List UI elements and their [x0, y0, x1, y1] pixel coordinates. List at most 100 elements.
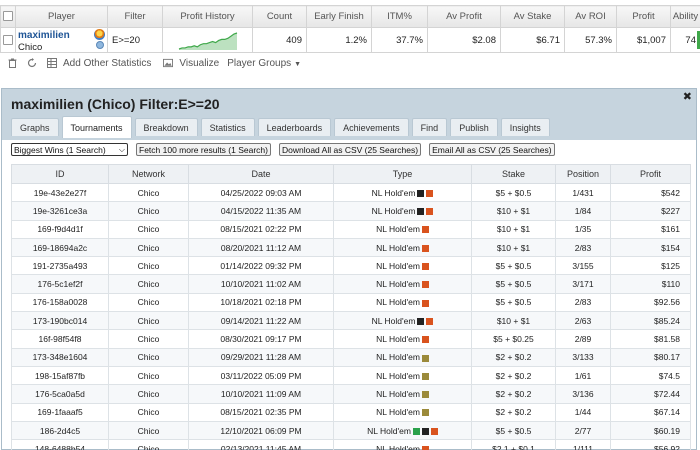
- tab-insights[interactable]: Insights: [500, 118, 550, 136]
- position-cell: 2/83: [555, 237, 611, 258]
- tab-find[interactable]: Find: [411, 118, 448, 136]
- profit-cell: $92.56: [610, 292, 691, 313]
- close-icon[interactable]: ✖: [683, 90, 692, 103]
- late-reg-icon: [421, 244, 429, 252]
- position-cell: 3/136: [555, 384, 611, 404]
- network-cell: Chico: [108, 274, 189, 294]
- table-row[interactable]: 198-15af87fb Chico 03/11/2022 05:09 PM NL H…: [11, 365, 691, 386]
- profit-cell: $85.24: [610, 311, 691, 331]
- col-av-roi[interactable]: Av ROI: [564, 5, 617, 28]
- col-player[interactable]: Player: [15, 5, 108, 28]
- player-status-icon: [96, 41, 104, 49]
- date-cell: 03/11/2022 05:09 PM: [188, 365, 334, 386]
- network-text: Chico: [137, 370, 160, 381]
- stake-cell: $5 + $0.5: [471, 182, 556, 203]
- player-row[interactable]: maximilien Chico E>=20 409 1.2% 37.7% $2…: [0, 27, 700, 53]
- network-text: Chico: [137, 388, 160, 399]
- col-av-stake[interactable]: Av Stake: [500, 5, 565, 28]
- tab-achievements[interactable]: Achievements: [334, 118, 409, 136]
- col-early-finish[interactable]: Early Finish: [306, 5, 372, 28]
- tab-tournaments[interactable]: Tournaments: [61, 116, 132, 138]
- tab-publish[interactable]: Publish: [450, 118, 498, 136]
- network-cell: Chico: [108, 256, 189, 276]
- table-row[interactable]: 169-18694a2c Chico 08/20/2021 11:12 AM NL H…: [11, 237, 691, 258]
- position-cell: 1/84: [555, 201, 611, 221]
- col-itm[interactable]: ITM%: [371, 5, 428, 28]
- player-name-link[interactable]: maximilien: [18, 30, 70, 41]
- date-text: 04/15/2022 11:35 AM: [220, 205, 302, 216]
- date-cell: 10/18/2021 02:18 PM: [188, 292, 334, 313]
- add-other-statistics-link[interactable]: Add Other Statistics: [63, 58, 151, 69]
- player-groups-label: Player Groups: [227, 57, 292, 69]
- player-cell[interactable]: maximilien Chico: [15, 27, 108, 53]
- col-filter[interactable]: Filter: [107, 5, 163, 28]
- player-checkbox[interactable]: [3, 34, 13, 45]
- tab-breakdown[interactable]: Breakdown: [134, 118, 198, 136]
- download-csv-button[interactable]: Download All as CSV (25 Searches): [278, 143, 422, 156]
- network-text: Chico: [137, 260, 160, 271]
- trash-icon[interactable]: [7, 58, 17, 68]
- col-network[interactable]: Network: [108, 164, 189, 184]
- tournament-id-cell: 169-18694a2c: [11, 237, 109, 258]
- table-row[interactable]: 173-348e1604 Chico 09/29/2021 11:28 AM NL H…: [11, 347, 691, 367]
- col-type[interactable]: Type: [333, 164, 472, 184]
- profit-text: $80.17: [654, 352, 680, 363]
- col-count[interactable]: Count: [252, 5, 307, 28]
- network-text: Chico: [137, 334, 160, 345]
- select-all-checkbox[interactable]: [3, 11, 13, 22]
- profit-cell: $542: [610, 182, 691, 203]
- table-row[interactable]: 176-5c1ef2f Chico 10/10/2021 11:02 AM NL Ho…: [11, 274, 691, 294]
- type-cell: NL Hold'em: [333, 402, 472, 422]
- email-csv-button[interactable]: Email All as CSV (25 Searches): [429, 143, 555, 156]
- tab-graphs[interactable]: Graphs: [11, 118, 59, 136]
- table-row[interactable]: 186-2d4c5 Chico 12/10/2021 06:09 PM NL Hold…: [11, 420, 691, 441]
- network-text: Chico: [137, 425, 160, 436]
- table-row[interactable]: 191-2735a493 Chico 01/14/2022 09:32 PM NL H…: [11, 256, 691, 276]
- tournament-id-text: 198-15af87fb: [34, 370, 86, 381]
- stake-cell: $2 + $0.2: [471, 384, 556, 404]
- image-icon[interactable]: [163, 58, 174, 68]
- table-row[interactable]: 176-5ca0a5d Chico 10/10/2021 11:09 AM NL Ho…: [11, 384, 691, 404]
- table-row[interactable]: 148-6488b54 Chico 02/13/2021 11:45 AM NL Ho…: [11, 439, 691, 450]
- table-row[interactable]: 19e-3261ce3a Chico 04/15/2022 11:35 AM NL H…: [11, 201, 691, 221]
- type-text: NL Hold'em: [376, 443, 420, 450]
- player-checkbox-cell[interactable]: [0, 27, 16, 53]
- table-row[interactable]: 169-f9d4d1f Chico 08/15/2021 02:22 PM NL Ho…: [11, 219, 691, 239]
- player-groups-dropdown[interactable]: Player Groups ▼: [227, 58, 301, 69]
- results-actions: Biggest Wins (1 Search) ⌵ Fetch 100 more…: [11, 143, 563, 156]
- profit-cell: $72.44: [610, 384, 691, 404]
- refresh-icon[interactable]: [27, 58, 37, 68]
- type-text: NL Hold'em: [367, 425, 411, 436]
- table-row[interactable]: 176-158a0028 Chico 10/18/2021 02:18 PM NL H…: [11, 292, 691, 313]
- network-text: Chico: [137, 443, 160, 450]
- visualize-link[interactable]: Visualize: [179, 58, 219, 69]
- table-row[interactable]: 169-1faaaf5 Chico 08/15/2021 02:35 PM NL Ho…: [11, 402, 691, 422]
- col-position[interactable]: Position: [555, 164, 611, 184]
- profit-history-sparkline[interactable]: [178, 32, 238, 50]
- sort-select[interactable]: Biggest Wins (1 Search) ⌵: [11, 143, 128, 156]
- table-row[interactable]: 16f-98f54f8 Chico 08/30/2021 09:17 PM NL Ho…: [11, 329, 691, 349]
- col-profit[interactable]: Profit: [616, 5, 671, 28]
- tournament-id-cell: 191-2735a493: [11, 256, 109, 276]
- stake-text: $10 + $1: [496, 315, 531, 326]
- select-all-checkbox-cell[interactable]: [0, 5, 16, 28]
- table-row[interactable]: 173-190bc014 Chico 09/14/2021 11:22 AM NL H…: [11, 311, 691, 331]
- fetch-more-button[interactable]: Fetch 100 more results (1 Search): [136, 143, 271, 156]
- col-av-profit[interactable]: Av Profit: [427, 5, 501, 28]
- add-stats-icon[interactable]: [47, 58, 57, 68]
- network-cell: Chico: [108, 439, 189, 450]
- table-row[interactable]: 19e-43e2e27f Chico 04/25/2022 09:03 AM NL H…: [11, 182, 691, 203]
- caret-down-icon: ▼: [294, 60, 302, 68]
- profit-history-sparkline-cell[interactable]: [162, 27, 253, 53]
- col-ability[interactable]: Ability: [670, 5, 700, 28]
- profit-cell: $161: [610, 219, 691, 239]
- col-profit-history[interactable]: Profit History: [162, 5, 253, 28]
- player-stats-table: Player Filter Profit History Count Early…: [0, 5, 700, 53]
- col-stake[interactable]: Stake: [471, 164, 556, 184]
- col-date[interactable]: Date: [188, 164, 334, 184]
- tab-statistics[interactable]: Statistics: [200, 118, 255, 136]
- col-profit[interactable]: Profit: [610, 164, 691, 184]
- tab-leaderboards[interactable]: Leaderboards: [257, 118, 332, 136]
- type-cell: NL Hold'em: [333, 384, 472, 404]
- col-id[interactable]: ID: [11, 164, 109, 184]
